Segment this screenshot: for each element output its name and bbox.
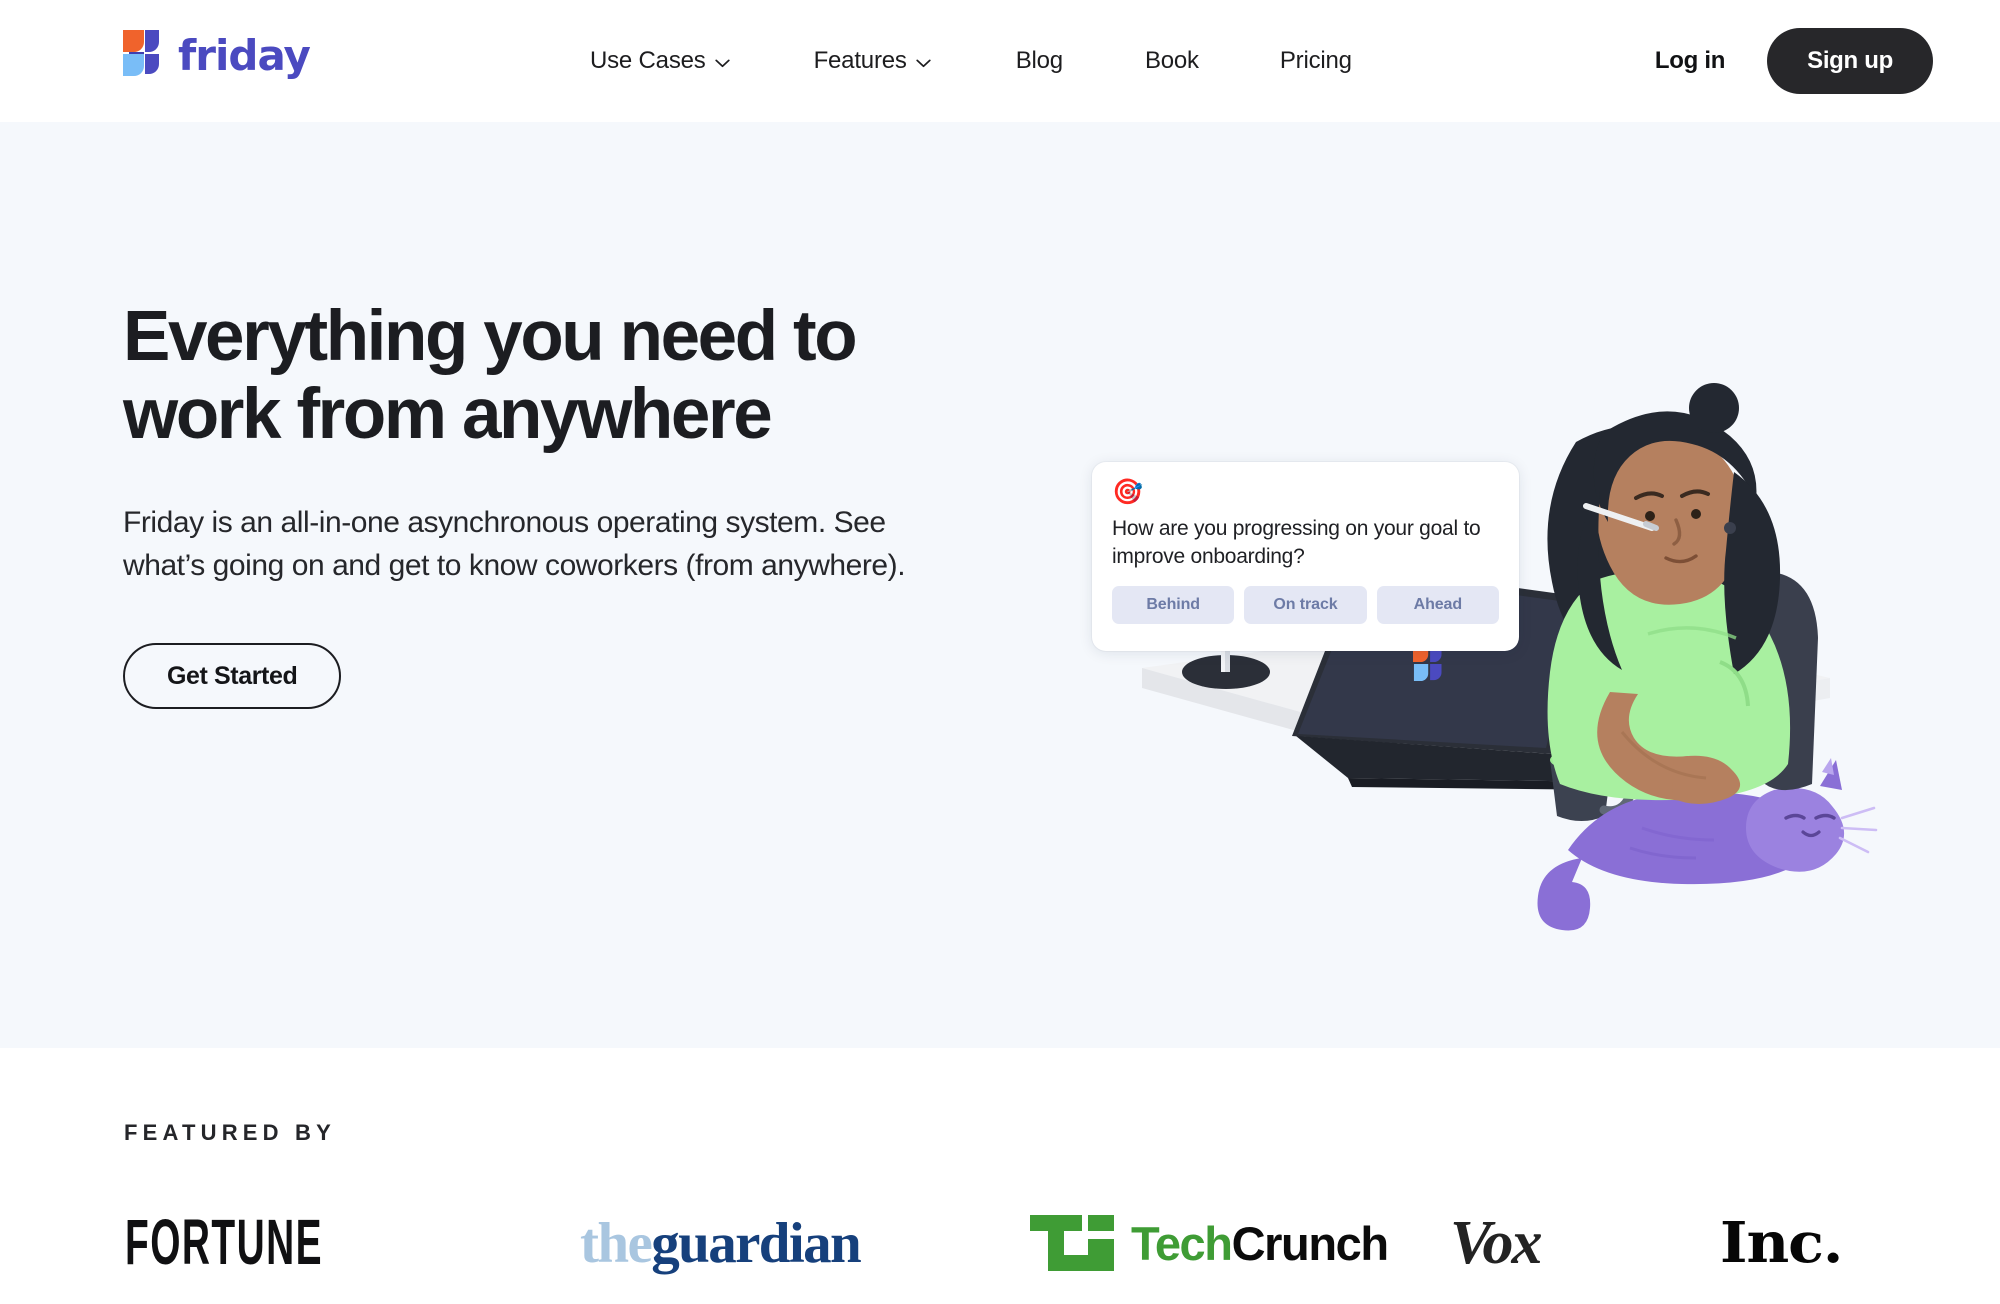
fortune-logo-text: FORTUNE: [125, 1207, 323, 1279]
hero-copy: Everything you need to work from anywher…: [123, 297, 1003, 710]
target-emoji: 🎯: [1112, 478, 1144, 506]
header-auth-actions: Log in Sign up: [1655, 0, 1933, 122]
nav-item-pricing[interactable]: Pricing: [1280, 47, 1352, 75]
fortune-logo: FORTUNE: [125, 1198, 400, 1288]
nav-label-features: Features: [813, 47, 907, 74]
goal-option-behind[interactable]: Behind: [1112, 585, 1235, 624]
get-started-button[interactable]: Get Started: [123, 643, 342, 710]
friday-logo-icon: [119, 28, 165, 84]
brand-logo-link[interactable]: friday: [119, 28, 311, 84]
techcrunch-logo-tech: Tech: [1131, 1216, 1233, 1270]
featured-by-section: FEATURED BY FORTUNE theguardian TechCrun…: [0, 1048, 2000, 1304]
the-guardian-logo: theguardian: [580, 1198, 862, 1288]
nav-item-features[interactable]: Features: [814, 47, 931, 75]
chevron-down-icon: [916, 59, 931, 68]
goal-option-ahead[interactable]: Ahead: [1376, 585, 1499, 624]
techcrunch-logo-crunch: Crunch: [1231, 1216, 1390, 1270]
signup-button[interactable]: Sign up: [1767, 28, 1933, 94]
woman-working: [1547, 383, 1791, 804]
chevron-down-icon: [714, 59, 730, 68]
nav-label-blog: Blog: [1015, 47, 1063, 74]
inc-logo: Inc.: [1720, 1198, 1843, 1288]
vox-logo-text: Vox: [1450, 1209, 1542, 1277]
brand-name: friday: [178, 31, 311, 80]
site-header: friday Use Cases Features Blog Book Pric…: [0, 0, 2000, 122]
hero-section: Everything you need to work from anywher…: [0, 122, 2000, 1048]
goal-option-on-track[interactable]: On track: [1244, 585, 1367, 624]
featured-by-label: FEATURED BY: [124, 1120, 337, 1145]
vox-logo: Vox: [1450, 1198, 1542, 1288]
nav-item-use-cases[interactable]: Use Cases: [590, 47, 730, 75]
nav-label-book: Book: [1144, 47, 1199, 74]
goal-check-in-card: 🎯 How are you progressing on your goal t…: [1092, 462, 1519, 651]
main-nav: Use Cases Features Blog Book Pricing: [590, 0, 1352, 122]
page-title: Everything you need to work from anywher…: [123, 297, 858, 455]
nav-item-blog[interactable]: Blog: [1016, 47, 1063, 75]
tc-mark-icon: [1030, 1215, 1114, 1271]
inc-logo-text: Inc.: [1720, 1210, 1843, 1276]
guardian-logo-the: the: [580, 1211, 653, 1275]
landing-page: friday Use Cases Features Blog Book Pric…: [0, 0, 2000, 1304]
techcrunch-logo: TechCrunch: [1030, 1198, 1390, 1288]
goal-question-text: How are you progressing on your goal to …: [1112, 517, 1481, 568]
featured-logos: FORTUNE theguardian TechCrunch Vox Inc.: [110, 1198, 1900, 1288]
nav-label-use-cases: Use Cases: [590, 47, 706, 74]
guardian-logo-guardian: guardian: [651, 1211, 862, 1275]
hero-subtitle: Friday is an all-in-one asynchronous ope…: [123, 506, 906, 582]
login-link[interactable]: Log in: [1655, 47, 1725, 75]
nav-label-pricing: Pricing: [1279, 47, 1352, 74]
goal-options: Behind On track Ahead: [1112, 585, 1499, 624]
nav-item-book[interactable]: Book: [1145, 47, 1199, 75]
hero-illustration: 🎯 How are you progressing on your goal t…: [1030, 262, 1900, 962]
